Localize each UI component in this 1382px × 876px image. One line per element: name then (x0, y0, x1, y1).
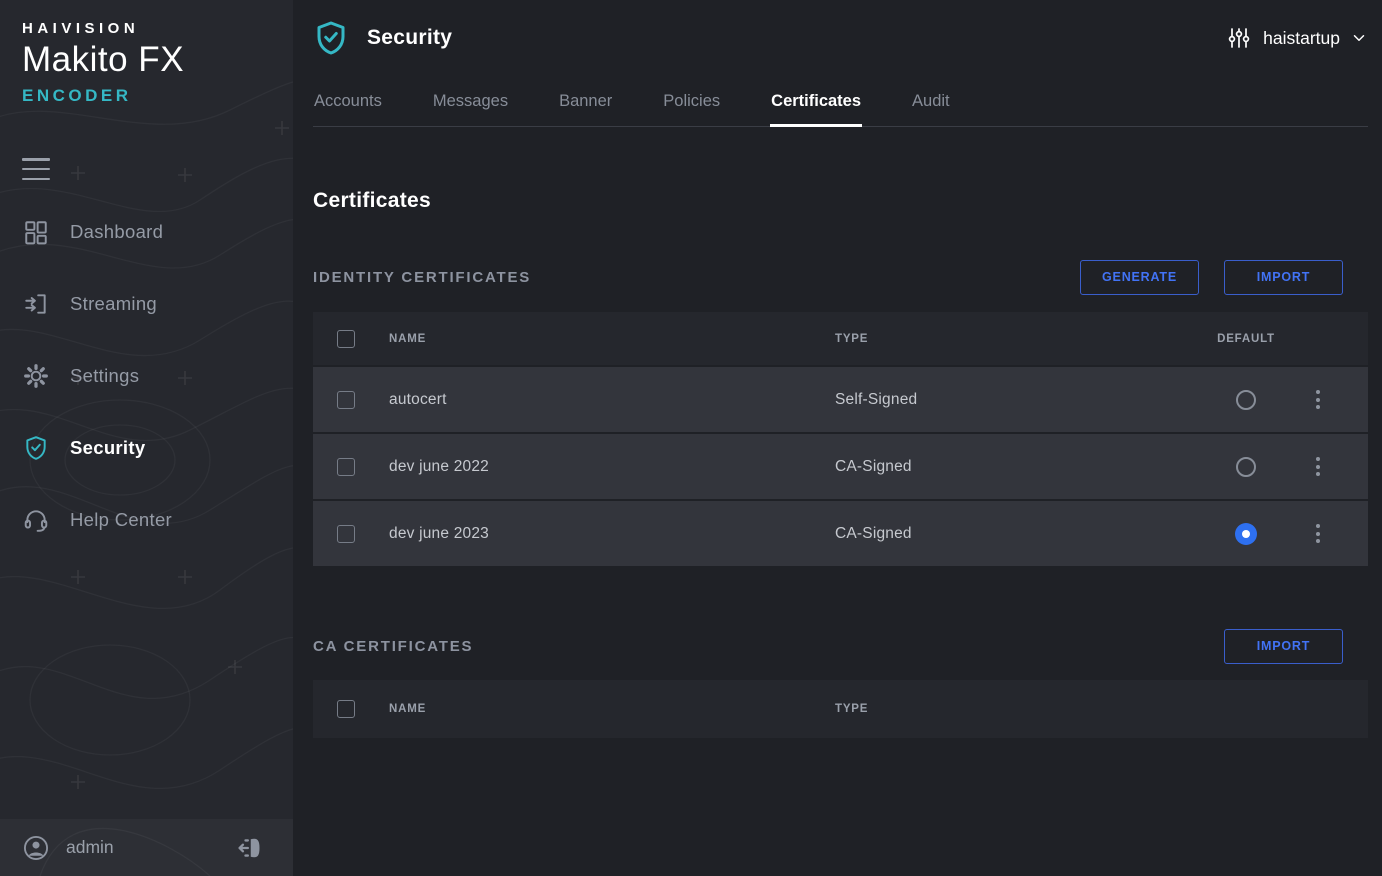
headset-icon (22, 506, 50, 534)
certificate-name: autocert (389, 391, 835, 409)
certificate-name: dev june 2022 (389, 458, 835, 476)
table-row: autocert Self-Signed (313, 367, 1368, 432)
certificates-panel: Certificates IDENTITY CERTIFICATES GENER… (313, 127, 1368, 876)
ca-certificates-table: NAME TYPE (313, 680, 1368, 738)
account-name: haistartup (1263, 28, 1340, 49)
brand-logo: HAIVISION Makito FX ENCODER (0, 0, 293, 106)
chevron-down-icon (1350, 29, 1368, 47)
column-header-type: TYPE (835, 703, 1211, 715)
security-tabs: Accounts Messages Banner Policies Certif… (313, 76, 1368, 127)
sidebar-item-security[interactable]: Security (22, 426, 293, 470)
sidebar-item-label: Security (70, 437, 145, 459)
page-title: Security (367, 26, 452, 50)
sidebar-user-bar: admin (0, 819, 293, 876)
default-radio[interactable] (1236, 390, 1256, 410)
import-ca-button[interactable]: IMPORT (1224, 629, 1343, 664)
tab-accounts[interactable]: Accounts (313, 76, 383, 126)
sidebar: HAIVISION Makito FX ENCODER Dash (0, 0, 293, 876)
identity-certificates-table: NAME TYPE DEFAULT autocert Self-Signed d… (313, 312, 1368, 566)
dashboard-grid-icon (22, 218, 50, 246)
column-header-name: NAME (389, 703, 835, 715)
select-all-checkbox[interactable] (337, 330, 355, 348)
logged-in-user: admin (66, 837, 114, 858)
certificate-type: CA-Signed (835, 458, 1211, 476)
gear-icon (22, 362, 50, 390)
table-row: dev june 2023 CA-Signed (313, 501, 1368, 566)
import-identity-button[interactable]: IMPORT (1224, 260, 1343, 295)
user-avatar-icon (22, 834, 50, 862)
menu-collapse-button[interactable] (22, 158, 50, 180)
sidebar-nav: Dashboard Streaming (0, 158, 293, 570)
certificate-name: dev june 2023 (389, 525, 835, 543)
brand-subtitle: ENCODER (22, 86, 293, 106)
tab-banner[interactable]: Banner (558, 76, 613, 126)
page-header: Security haistartup (313, 0, 1368, 76)
sidebar-item-streaming[interactable]: Streaming (22, 282, 293, 326)
brand-company: HAIVISION (22, 20, 293, 37)
sidebar-item-help-center[interactable]: Help Center (22, 498, 293, 542)
sidebar-item-label: Dashboard (70, 221, 163, 243)
identity-certificates-header: IDENTITY CERTIFICATES GENERATE IMPORT (313, 259, 1368, 295)
logout-icon[interactable] (235, 834, 263, 862)
sliders-icon (1227, 26, 1251, 50)
identity-certificates-title: IDENTITY CERTIFICATES (313, 269, 531, 286)
sidebar-item-label: Help Center (70, 509, 172, 531)
ca-certificates-title: CA CERTIFICATES (313, 638, 473, 655)
panel-title: Certificates (313, 189, 1368, 213)
row-checkbox[interactable] (337, 458, 355, 476)
shield-check-icon (22, 434, 50, 462)
sidebar-item-settings[interactable]: Settings (22, 354, 293, 398)
certificate-type: Self-Signed (835, 391, 1211, 409)
certificate-type: CA-Signed (835, 525, 1211, 543)
default-radio[interactable] (1235, 523, 1257, 545)
sidebar-item-label: Settings (70, 365, 139, 387)
column-header-default: DEFAULT (1211, 333, 1281, 345)
table-row: dev june 2022 CA-Signed (313, 434, 1368, 499)
tab-certificates[interactable]: Certificates (770, 76, 862, 126)
select-all-checkbox[interactable] (337, 700, 355, 718)
table-header-row: NAME TYPE (313, 680, 1368, 738)
row-checkbox[interactable] (337, 525, 355, 543)
streaming-icon (22, 290, 50, 318)
table-header-row: NAME TYPE DEFAULT (313, 312, 1368, 365)
sidebar-item-dashboard[interactable]: Dashboard (22, 210, 293, 254)
row-menu-kebab-icon[interactable] (1312, 453, 1324, 480)
column-header-type: TYPE (835, 333, 1211, 345)
brand-product: Makito FX (22, 40, 293, 80)
row-menu-kebab-icon[interactable] (1312, 386, 1324, 413)
tab-messages[interactable]: Messages (432, 76, 509, 126)
sidebar-item-label: Streaming (70, 293, 157, 315)
generate-button[interactable]: GENERATE (1080, 260, 1199, 295)
ca-certificates-header: CA CERTIFICATES IMPORT (313, 628, 1368, 664)
security-shield-icon (313, 19, 349, 57)
row-menu-kebab-icon[interactable] (1312, 520, 1324, 547)
app-window: HAIVISION Makito FX ENCODER Dash (0, 0, 1382, 876)
row-checkbox[interactable] (337, 391, 355, 409)
column-header-name: NAME (389, 333, 835, 345)
tab-policies[interactable]: Policies (662, 76, 721, 126)
account-menu[interactable]: haistartup (1227, 26, 1368, 50)
main-content: Security haistartup Accounts Messages (293, 0, 1382, 876)
default-radio[interactable] (1236, 457, 1256, 477)
tab-audit[interactable]: Audit (911, 76, 951, 126)
